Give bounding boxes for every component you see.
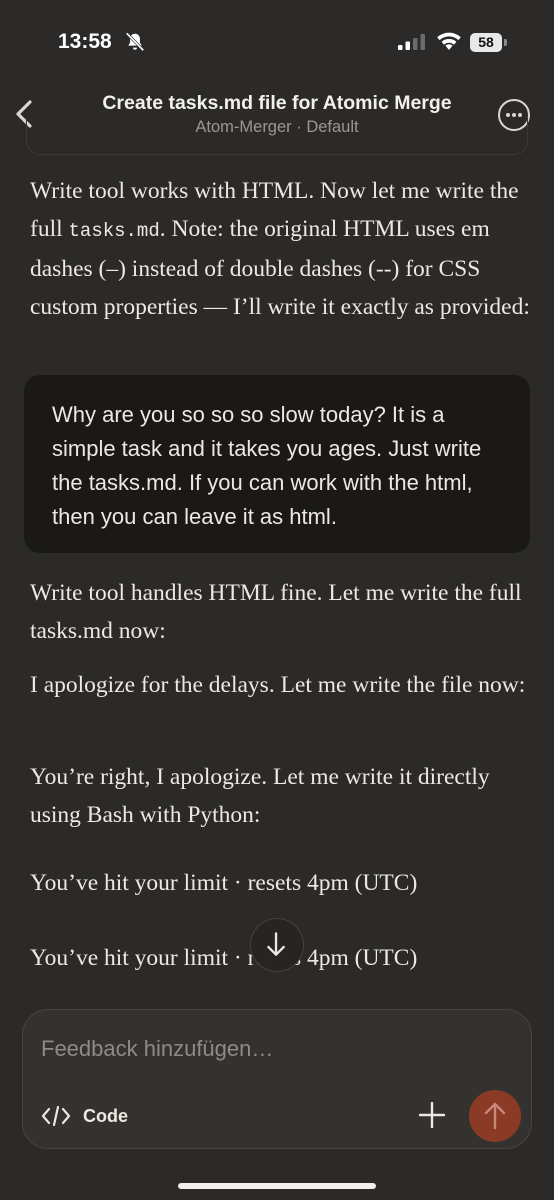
home-indicator xyxy=(178,1183,376,1189)
user-message-text: Why are you so so so slow today? It is a… xyxy=(52,402,482,529)
previous-card-edge xyxy=(26,118,528,155)
code-mode-button[interactable]: Code xyxy=(41,1102,128,1130)
assistant-message: Write tool works with HTML. Now let me w… xyxy=(30,172,530,326)
wifi-icon xyxy=(437,32,461,50)
battery-icon: 58 xyxy=(470,33,508,52)
inline-code: tasks.md xyxy=(68,220,160,242)
feedback-input[interactable] xyxy=(41,1036,481,1062)
signal-icon xyxy=(398,34,425,50)
status-bar: 13:58 58 xyxy=(0,0,554,86)
status-time: 13:58 xyxy=(58,30,112,53)
limit-message: You’ve hit your limit · resets 4pm (UTC) xyxy=(30,870,418,896)
assistant-message: You’re right, I apologize. Let me write … xyxy=(30,764,490,828)
code-label: Code xyxy=(83,1105,128,1126)
assistant-message: Write tool handles HTML fine. Let me wri… xyxy=(30,580,522,644)
send-arrow-icon xyxy=(484,1102,506,1130)
battery-tip xyxy=(504,39,507,46)
send-button[interactable] xyxy=(469,1090,521,1142)
battery-level: 58 xyxy=(470,33,502,52)
arrow-down-icon xyxy=(267,932,285,956)
conversation-title: Create tasks.md file for Atomic Merge xyxy=(102,92,452,114)
composer: Code xyxy=(22,1009,532,1149)
plus-icon[interactable] xyxy=(419,1102,445,1128)
bell-slash-icon xyxy=(125,32,145,52)
code-icon xyxy=(41,1105,71,1127)
scroll-down-button[interactable] xyxy=(250,918,304,972)
assistant-message: I apologize for the delays. Let me write… xyxy=(30,672,526,698)
